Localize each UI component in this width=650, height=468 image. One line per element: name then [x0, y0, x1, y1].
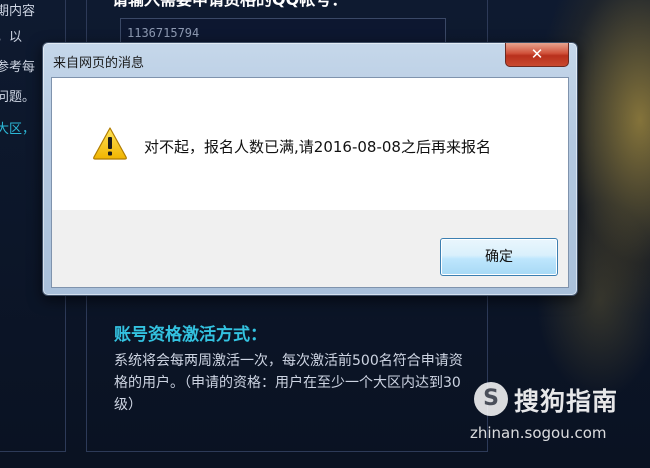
close-button[interactable]: ✕ — [505, 43, 569, 67]
dialog-body: 对不起，报名人数已满,请2016-08-08之后再来报名 确定 — [51, 77, 569, 288]
left-text-fragment: 期内容 — [0, 4, 36, 19]
qq-field-heading: 请输入需要申请资格的QQ帐号： — [112, 0, 347, 10]
warning-icon — [93, 127, 127, 160]
watermark-url: zhinan.sogou.com — [470, 424, 607, 442]
dialog-title: 来自网页的消息 — [53, 56, 145, 71]
watermark-title: 搜狗指南 — [514, 387, 619, 416]
activation-section-text: 系统将会每两周激活一次，每次激活前500名符合申请资格的用户。（申请的资格：用户… — [114, 353, 463, 413]
qq-number-input[interactable]: 1136715794 — [120, 18, 446, 44]
alert-dialog: 来自网页的消息 ✕ 对不起，报名人数已满,请2016-08-08之后再来报名 确… — [42, 42, 578, 296]
message-area: 对不起，报名人数已满,请2016-08-08之后再来报名 — [52, 78, 568, 210]
activation-section-title: 账号资格激活方式： — [114, 325, 267, 345]
alert-message: 对不起，报名人数已满,请2016-08-08之后再来报名 — [144, 138, 491, 156]
sogou-logo: S — [474, 382, 508, 416]
ok-button[interactable]: 确定 — [440, 238, 558, 276]
button-bar: 确定 — [52, 210, 568, 287]
